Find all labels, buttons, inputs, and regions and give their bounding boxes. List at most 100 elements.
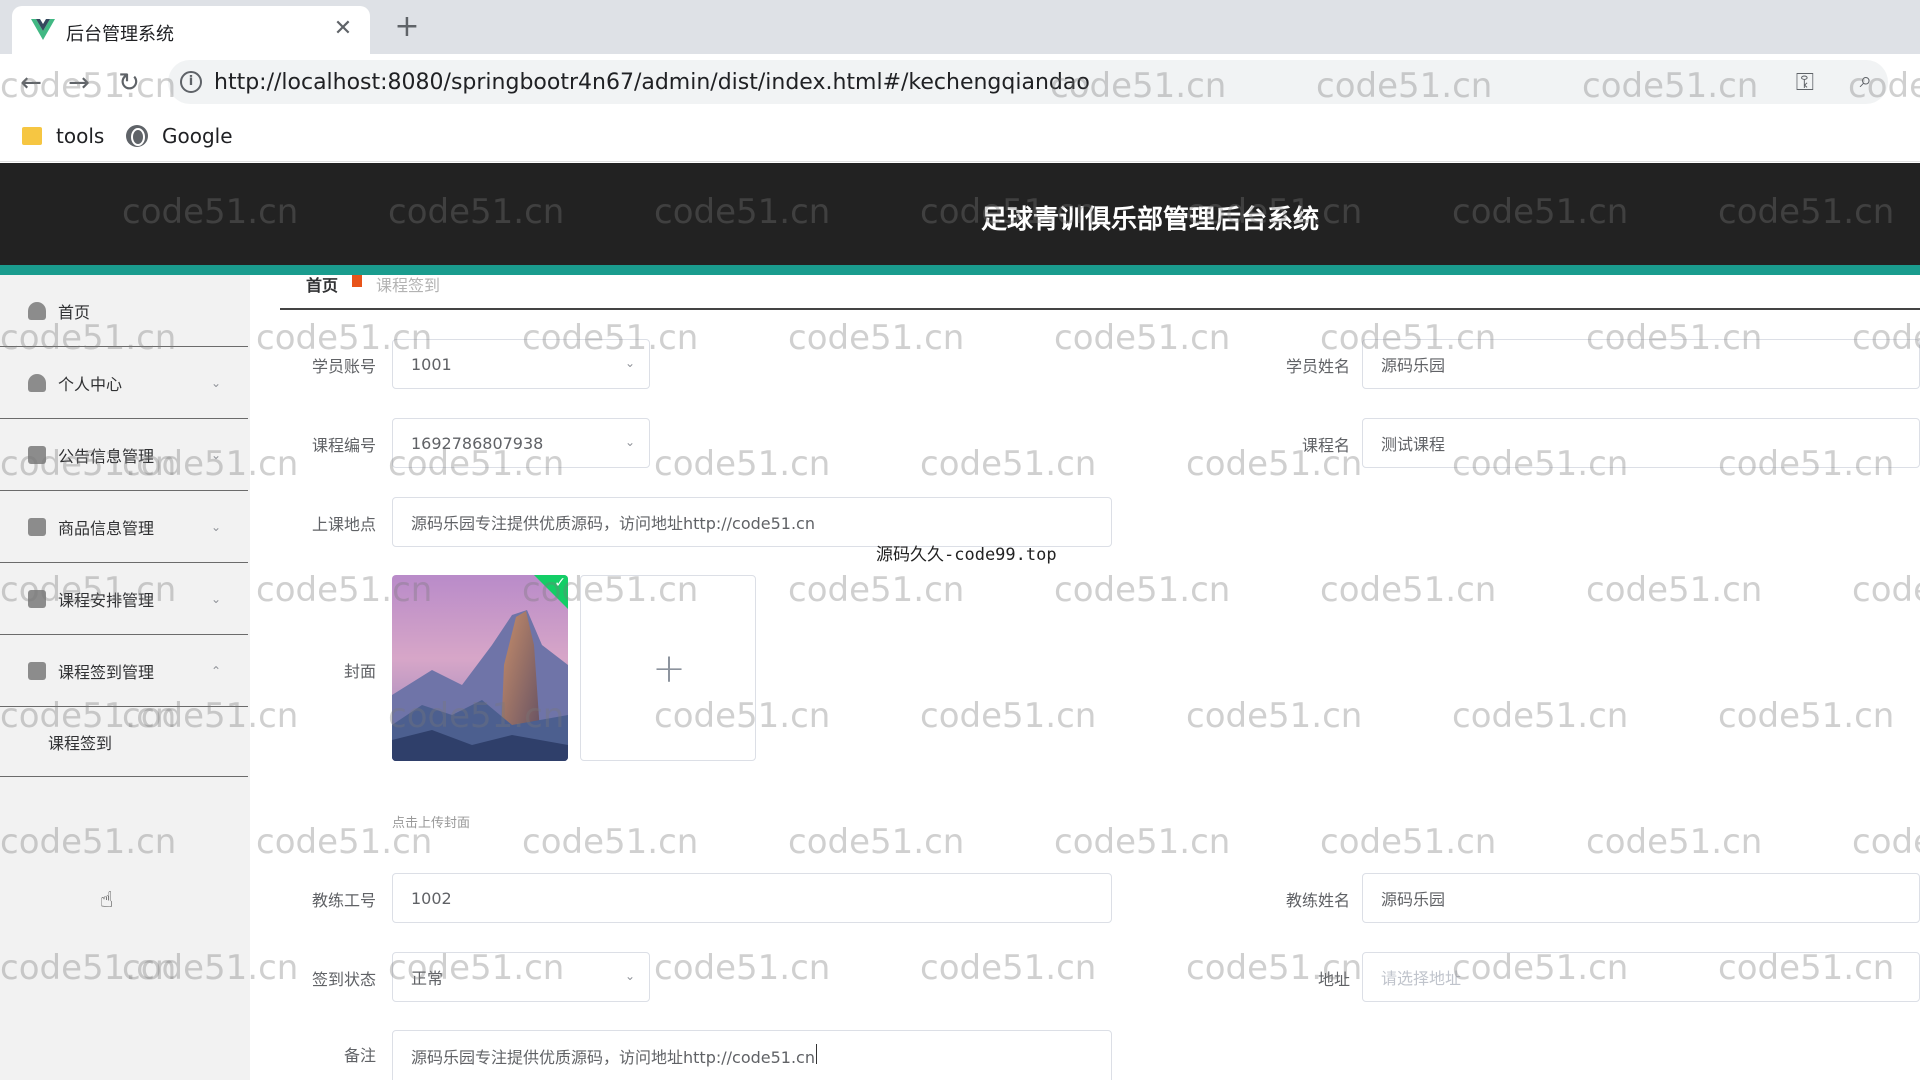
coach-name-label: 教练姓名 xyxy=(1285,891,1350,910)
sidebar-subitem-checkin[interactable]: 课程签到 xyxy=(0,707,248,777)
key-icon[interactable]: ⚿ xyxy=(1796,68,1814,96)
forward-icon[interactable]: → xyxy=(64,68,94,98)
flag-icon xyxy=(28,589,46,608)
course-no-value: 1692786807938 xyxy=(411,433,544,453)
student-name-label: 学员姓名 xyxy=(1285,357,1350,376)
browser-tab[interactable]: 后台管理系统 ✕ xyxy=(12,6,370,54)
location-label: 上课地点 xyxy=(311,515,376,534)
watermark-text: code51.cn xyxy=(1054,822,1231,862)
text-caret xyxy=(816,1044,817,1064)
sidebar-item-label: 首页 xyxy=(58,302,91,322)
breadcrumb: 首页 课程签到 xyxy=(280,272,1920,310)
chevron-down-icon: ⌄ xyxy=(624,356,635,370)
folder-icon xyxy=(22,127,42,145)
reload-icon[interactable]: ↻ xyxy=(114,68,144,98)
sidebar-item-label: 课程安排管理 xyxy=(58,590,155,610)
watermark-text: code51.cn xyxy=(788,318,965,358)
vue-logo-icon xyxy=(31,19,55,40)
watermark-text: code51.cn xyxy=(1054,570,1231,610)
sidebar-item-label: 商品信息管理 xyxy=(58,518,155,538)
remark-textarea[interactable]: 源码乐园专注提供优质源码，访问地址http://code51.cn xyxy=(392,1030,1112,1080)
plus-icon: + xyxy=(652,646,686,692)
bookmarks-bar: tools Google xyxy=(0,110,1920,162)
chevron-down-icon: ⌄ xyxy=(210,519,222,534)
sidebar-item-home[interactable]: 首页 xyxy=(0,275,248,347)
watermark-text: code51.cn xyxy=(654,948,831,988)
student-account-select[interactable]: 1001 ⌄ xyxy=(392,339,650,389)
new-tab-icon[interactable]: + xyxy=(390,10,424,44)
sidebar-item-schedule[interactable]: 课程安排管理 ⌄ xyxy=(0,563,248,635)
checkin-status-select[interactable]: 正常 ⌄ xyxy=(392,952,650,1002)
zoom-icon[interactable]: ⌕ xyxy=(1860,68,1872,93)
chart-icon xyxy=(28,445,46,464)
sidebar-item-goods[interactable]: 商品信息管理 ⌄ xyxy=(0,491,248,563)
remark-value: 源码乐园专注提供优质源码，访问地址http://code51.cn xyxy=(411,1048,815,1067)
chevron-down-icon: ⌄ xyxy=(210,375,222,390)
breadcrumb-separator xyxy=(352,275,363,287)
watermark-text: code51.cn xyxy=(788,822,965,862)
sidebar-item-checkin[interactable]: 课程签到管理 ⌃ xyxy=(0,635,248,707)
watermark-text: code51.cn xyxy=(788,570,965,610)
watermark-text: code51.cn xyxy=(654,444,831,484)
bookmark-label: Google xyxy=(162,124,233,148)
checkin-status-label: 签到状态 xyxy=(311,970,376,989)
chevron-down-icon: ⌄ xyxy=(210,447,222,462)
globe-icon xyxy=(126,125,148,147)
bookmark-tools[interactable]: tools xyxy=(22,122,104,150)
location-value: 源码乐园专注提供优质源码，访问地址http://code51.cn xyxy=(411,514,815,533)
sidebar-item-notice[interactable]: 公告信息管理 ⌄ xyxy=(0,419,248,491)
watermark-text: code51.cn xyxy=(920,444,1097,484)
watermark-text: code51.cn xyxy=(1320,570,1497,610)
watermark-text: code51.cn xyxy=(522,822,699,862)
bookmark-google[interactable]: Google xyxy=(126,122,233,150)
coach-name-value: 源码乐园 xyxy=(1381,890,1446,909)
cover-image-thumbnail[interactable]: ✓ xyxy=(392,575,568,761)
watermark-text: code51.cn xyxy=(920,696,1097,736)
address-label: 地址 xyxy=(1317,970,1350,989)
app-header: 足球青训俱乐部管理后台系统 xyxy=(0,163,1920,265)
cover-label: 封面 xyxy=(343,662,376,681)
remark-label: 备注 xyxy=(343,1046,376,1065)
course-name-input[interactable]: 测试课程 xyxy=(1362,418,1920,468)
watermark-text: code51.cn xyxy=(1452,696,1629,736)
url-text[interactable]: http://localhost:8080/springbootr4n67/ad… xyxy=(214,70,1090,95)
info-icon[interactable]: i xyxy=(180,71,202,93)
watermark-text: code51.cn xyxy=(1186,696,1363,736)
tab-title: 后台管理系统 xyxy=(66,24,174,45)
back-icon[interactable]: ← xyxy=(16,68,46,98)
coach-name-input[interactable]: 源码乐园 xyxy=(1362,873,1920,923)
browser-tabbar: 后台管理系统 ✕ + xyxy=(0,0,1920,54)
address-placeholder: 请选择地址 xyxy=(1381,969,1462,988)
sidebar-item-personal[interactable]: 个人中心 ⌄ xyxy=(0,347,248,419)
overlay-watermark-text: 源码久久-code99.top xyxy=(876,545,1057,565)
sidebar-subitem-label: 课程签到 xyxy=(48,733,113,753)
chevron-down-icon: ⌄ xyxy=(210,591,222,606)
student-name-input[interactable]: 源码乐园 xyxy=(1362,339,1920,389)
sidebar-item-label: 个人中心 xyxy=(58,374,123,394)
student-account-value: 1001 xyxy=(411,354,452,374)
bookmark-label: tools xyxy=(56,124,105,148)
watermark-text: code51.cn xyxy=(1054,318,1231,358)
copy-icon xyxy=(28,661,46,680)
address-select[interactable]: 请选择地址 xyxy=(1362,952,1920,1002)
coach-id-input[interactable]: 1002 xyxy=(392,873,1112,923)
coach-id-value: 1002 xyxy=(411,888,452,908)
watermark-text: code51.cn xyxy=(1320,822,1497,862)
cover-upload-button[interactable]: + xyxy=(580,575,756,761)
user-icon xyxy=(28,373,46,392)
chevron-up-icon: ⌃ xyxy=(210,663,222,678)
sidebar-item-label: 公告信息管理 xyxy=(58,446,155,466)
watermark-text: code51.cn xyxy=(920,948,1097,988)
chevron-down-icon: ⌄ xyxy=(624,435,635,449)
cover-upload-tip: 点击上传封面 xyxy=(392,816,471,831)
breadcrumb-current: 课程签到 xyxy=(376,276,441,295)
watermark-text: code51.cn xyxy=(1718,696,1895,736)
watermark-text: code51.cn xyxy=(1852,570,1920,610)
student-name-value: 源码乐园 xyxy=(1381,356,1446,375)
course-no-select[interactable]: 1692786807938 ⌄ xyxy=(392,418,650,468)
breadcrumb-home[interactable]: 首页 xyxy=(306,272,338,296)
coach-id-label: 教练工号 xyxy=(311,891,376,910)
checkin-status-value: 正常 xyxy=(411,969,444,988)
close-tab-icon[interactable]: ✕ xyxy=(330,16,356,42)
address-bar[interactable]: i http://localhost:8080/springbootr4n67/… xyxy=(168,60,1888,104)
